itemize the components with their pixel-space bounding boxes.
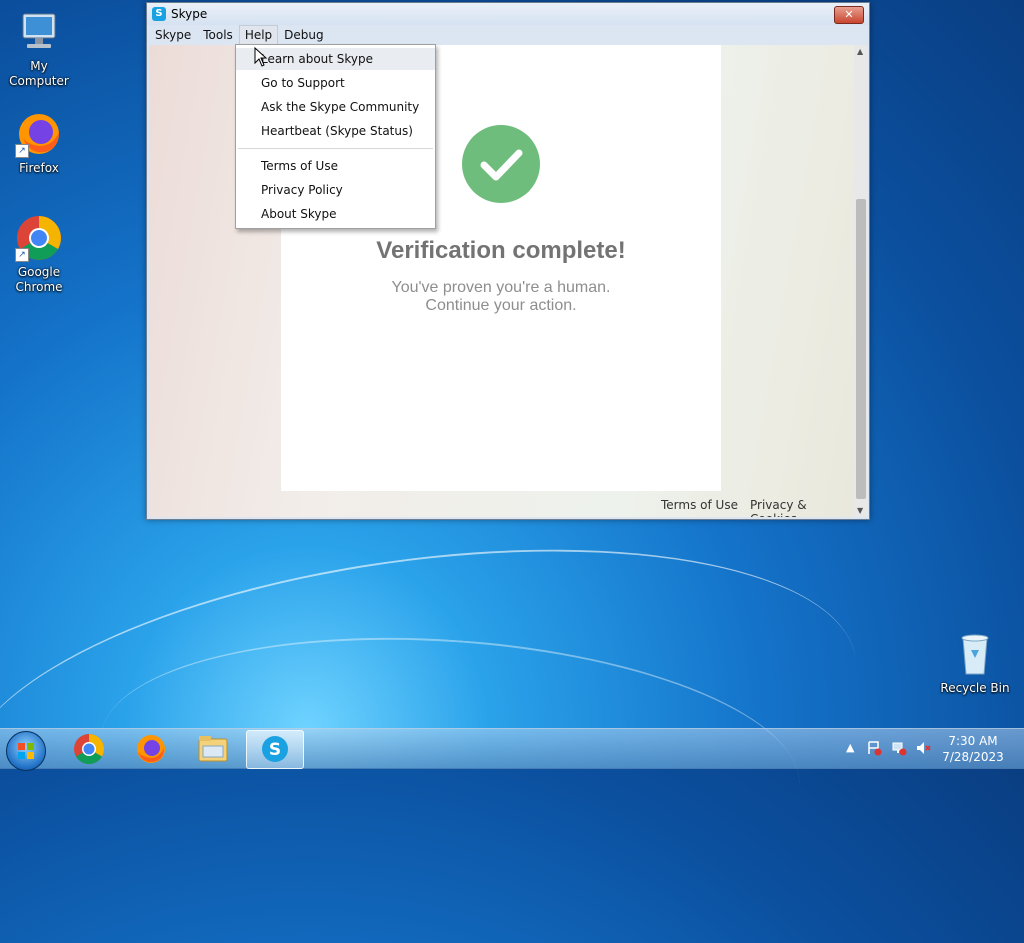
menu-item-heartbeat[interactable]: Heartbeat (Skype Status)	[236, 120, 435, 142]
desktop-icon-label: Recycle Bin	[940, 681, 1010, 695]
scroll-thumb[interactable]	[856, 199, 866, 499]
chrome-icon	[74, 734, 105, 765]
scroll-up-icon[interactable]: ▲	[857, 47, 863, 56]
menu-debug[interactable]: Debug	[278, 25, 329, 45]
taskbar-firefox[interactable]	[123, 730, 179, 767]
taskbar-chrome[interactable]	[61, 730, 117, 767]
window-titlebar[interactable]: S Skype ✕	[147, 3, 869, 25]
start-button[interactable]	[6, 731, 46, 771]
volume-muted-icon[interactable]	[915, 740, 931, 756]
menu-skype[interactable]: Skype	[149, 25, 197, 45]
close-button[interactable]: ✕	[834, 6, 864, 24]
desktop-icon-google-chrome[interactable]: ↗ Google Chrome	[1, 214, 77, 295]
computer-icon	[15, 8, 63, 56]
system-clock[interactable]: 7:30 AM 7/28/2023	[930, 733, 1016, 765]
menu-item-privacy-policy[interactable]: Privacy Policy	[236, 179, 435, 201]
desktop-icon-firefox[interactable]: ↗ Firefox	[1, 110, 77, 176]
desktop-icon-recycle-bin[interactable]: Recycle Bin	[937, 630, 1013, 696]
firefox-icon	[137, 735, 165, 763]
chrome-icon: ↗	[15, 214, 63, 262]
show-hidden-icons-icon[interactable]: ▲	[846, 741, 854, 754]
desktop-icon-my-computer[interactable]: My Computer	[1, 8, 77, 89]
verification-line-2: Continue your action.	[425, 297, 577, 314]
taskbar-skype[interactable]: S	[246, 730, 304, 769]
verification-line-1: You've proven you're a human.	[391, 279, 611, 296]
vertical-scrollbar[interactable]: ▲ ▼	[854, 45, 868, 517]
clock-date: 7/28/2023	[942, 750, 1004, 764]
menu-item-ask-community[interactable]: Ask the Skype Community	[236, 96, 435, 118]
terms-of-use-link[interactable]: Terms of Use	[661, 498, 738, 512]
skype-icon: S	[262, 736, 288, 762]
recycle-bin-icon	[951, 630, 999, 678]
clock-time: 7:30 AM	[948, 734, 998, 748]
menu-help[interactable]: Help	[238, 25, 279, 45]
desktop-icon-label: Firefox	[19, 161, 59, 175]
privacy-cookies-link[interactable]: Privacy & Cookies	[750, 498, 855, 517]
skype-app-icon: S	[152, 7, 166, 21]
menu-item-terms-of-use[interactable]: Terms of Use	[236, 155, 435, 177]
checkmark-icon	[462, 125, 540, 203]
verification-title: Verification complete!	[376, 237, 626, 264]
firefox-icon: ↗	[15, 110, 63, 158]
file-explorer-icon	[198, 736, 228, 762]
shortcut-arrow-icon: ↗	[15, 144, 29, 158]
scroll-down-icon[interactable]: ▼	[857, 506, 863, 515]
shortcut-arrow-icon: ↗	[15, 248, 29, 262]
svg-text:S: S	[269, 740, 281, 760]
menu-item-about-skype[interactable]: About Skype	[236, 203, 435, 225]
desktop-icon-label: My Computer	[9, 59, 69, 88]
taskbar-file-explorer[interactable]	[185, 730, 241, 767]
verification-message: You've proven you're a human. Continue y…	[281, 279, 721, 315]
network-icon[interactable]	[891, 740, 907, 756]
action-center-icon[interactable]	[866, 740, 882, 756]
menu-item-go-to-support[interactable]: Go to Support	[236, 72, 435, 94]
help-dropdown-menu: Learn about Skype Go to Support Ask the …	[235, 44, 436, 229]
menu-bar: Skype Tools Help Debug	[149, 25, 330, 45]
menu-tools[interactable]: Tools	[197, 25, 239, 45]
menu-separator	[238, 148, 433, 149]
window-title: Skype	[171, 7, 208, 21]
taskbar: S ▲ 7:30 AM 7/28/2023	[0, 728, 1024, 771]
desktop-icon-label: Google Chrome	[15, 265, 63, 294]
windows-logo-icon	[18, 743, 34, 759]
mouse-cursor-icon	[254, 47, 268, 67]
